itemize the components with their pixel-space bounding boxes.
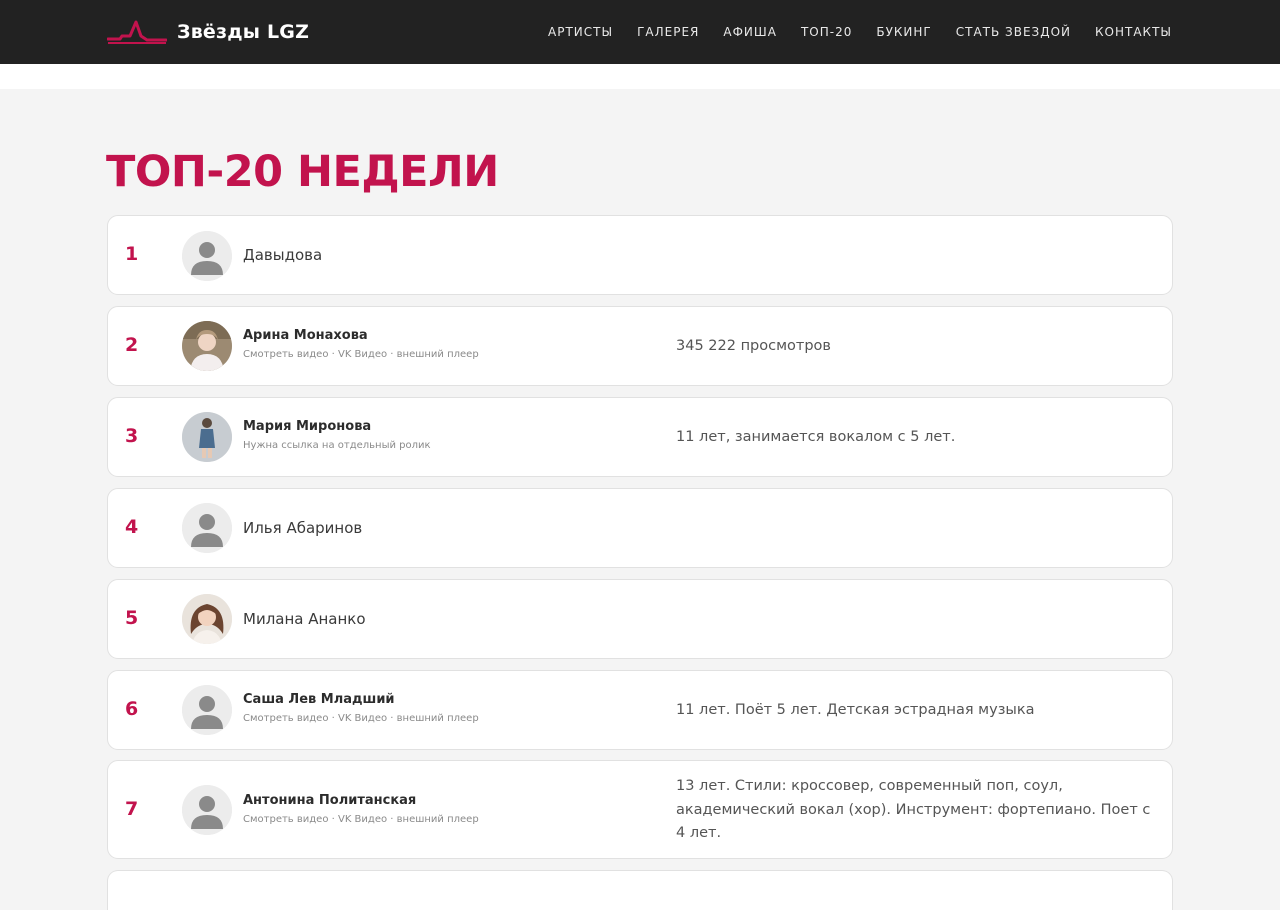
ranking-card[interactable]: 3 Мария Миронова Нужна ссылка на отдельн… <box>107 397 1173 477</box>
placeholder-avatar-icon <box>182 231 232 281</box>
artist-name: Антонина Политанская <box>243 793 417 808</box>
rank-number: 1 <box>125 243 139 265</box>
placeholder-avatar-icon <box>182 685 232 735</box>
header-spacer <box>0 64 1280 89</box>
artist-name: Мария Миронова <box>243 419 372 434</box>
nav-booking[interactable]: БУКИНГ <box>876 25 931 39</box>
ranking-card[interactable]: 7 Антонина Политанская Смотреть видео · … <box>107 760 1173 859</box>
artist-photo <box>182 321 232 371</box>
rank-number: 7 <box>125 798 139 820</box>
nav-top20[interactable]: ТОП-20 <box>801 25 852 39</box>
video-note: Нужна ссылка на отдельный ролик <box>243 440 431 451</box>
rank-number: 2 <box>125 334 139 356</box>
video-link[interactable]: Смотреть видео · VK Видео · внешний плее… <box>243 349 479 360</box>
artist-name: Милана Ананко <box>243 610 366 628</box>
ranking-card[interactable]: 1 Давыдова <box>107 215 1173 295</box>
ranking-card[interactable]: 5 Милана Ананко <box>107 579 1173 659</box>
artist-description: 345 222 просмотров <box>676 338 831 354</box>
rank-number: 5 <box>125 607 139 629</box>
ranking-card[interactable]: 6 Саша Лев Младший Смотреть видео · VK В… <box>107 670 1173 750</box>
site-logo[interactable]: Звёзды LGZ <box>107 18 309 46</box>
placeholder-avatar-icon <box>182 503 232 553</box>
nav-artists[interactable]: АРТИСТЫ <box>548 25 613 39</box>
artist-name: Саша Лев Младший <box>243 692 395 707</box>
logo-pulse-icon <box>107 20 167 44</box>
video-link[interactable]: Смотреть видео · VK Видео · внешний плее… <box>243 713 479 724</box>
video-link[interactable]: Смотреть видео · VK Видео · внешний плее… <box>243 814 479 825</box>
artist-description: 11 лет. Поёт 5 лет. Детская эстрадная му… <box>676 702 1035 718</box>
nav-become-star[interactable]: СТАТЬ ЗВЕЗДОЙ <box>956 25 1071 39</box>
artist-photo <box>182 412 232 462</box>
artist-name: Илья Абаринов <box>243 519 363 537</box>
artist-name: Давыдова <box>243 246 323 264</box>
ranking-card[interactable] <box>107 870 1173 910</box>
top-navbar: Звёзды LGZ АРТИСТЫ ГАЛЕРЕЯ АФИША ТОП-20 … <box>0 0 1280 64</box>
nav-events[interactable]: АФИША <box>723 25 777 39</box>
rank-number: 6 <box>125 698 139 720</box>
nav-contacts[interactable]: КОНТАКТЫ <box>1095 25 1172 39</box>
artist-photo <box>182 594 232 644</box>
rank-number: 3 <box>125 425 139 447</box>
ranking-card[interactable]: 4 Илья Абаринов <box>107 488 1173 568</box>
rank-number: 4 <box>125 516 139 538</box>
placeholder-avatar-icon <box>182 785 232 835</box>
artist-description: 11 лет, занимается вокалом с 5 лет. <box>676 429 956 445</box>
artist-description: 13 лет. Стили: кроссовер, современный по… <box>676 778 1151 841</box>
page-title: ТОП-20 НЕДЕЛИ <box>106 147 499 197</box>
artist-name: Арина Монахова <box>243 328 368 343</box>
ranking-card[interactable]: 2 Арина Монахова Смотреть видео · VK Вид… <box>107 306 1173 386</box>
main-nav: АРТИСТЫ ГАЛЕРЕЯ АФИША ТОП-20 БУКИНГ СТАТ… <box>548 0 1172 64</box>
logo-text: Звёзды LGZ <box>177 21 310 43</box>
nav-gallery[interactable]: ГАЛЕРЕЯ <box>637 25 699 39</box>
